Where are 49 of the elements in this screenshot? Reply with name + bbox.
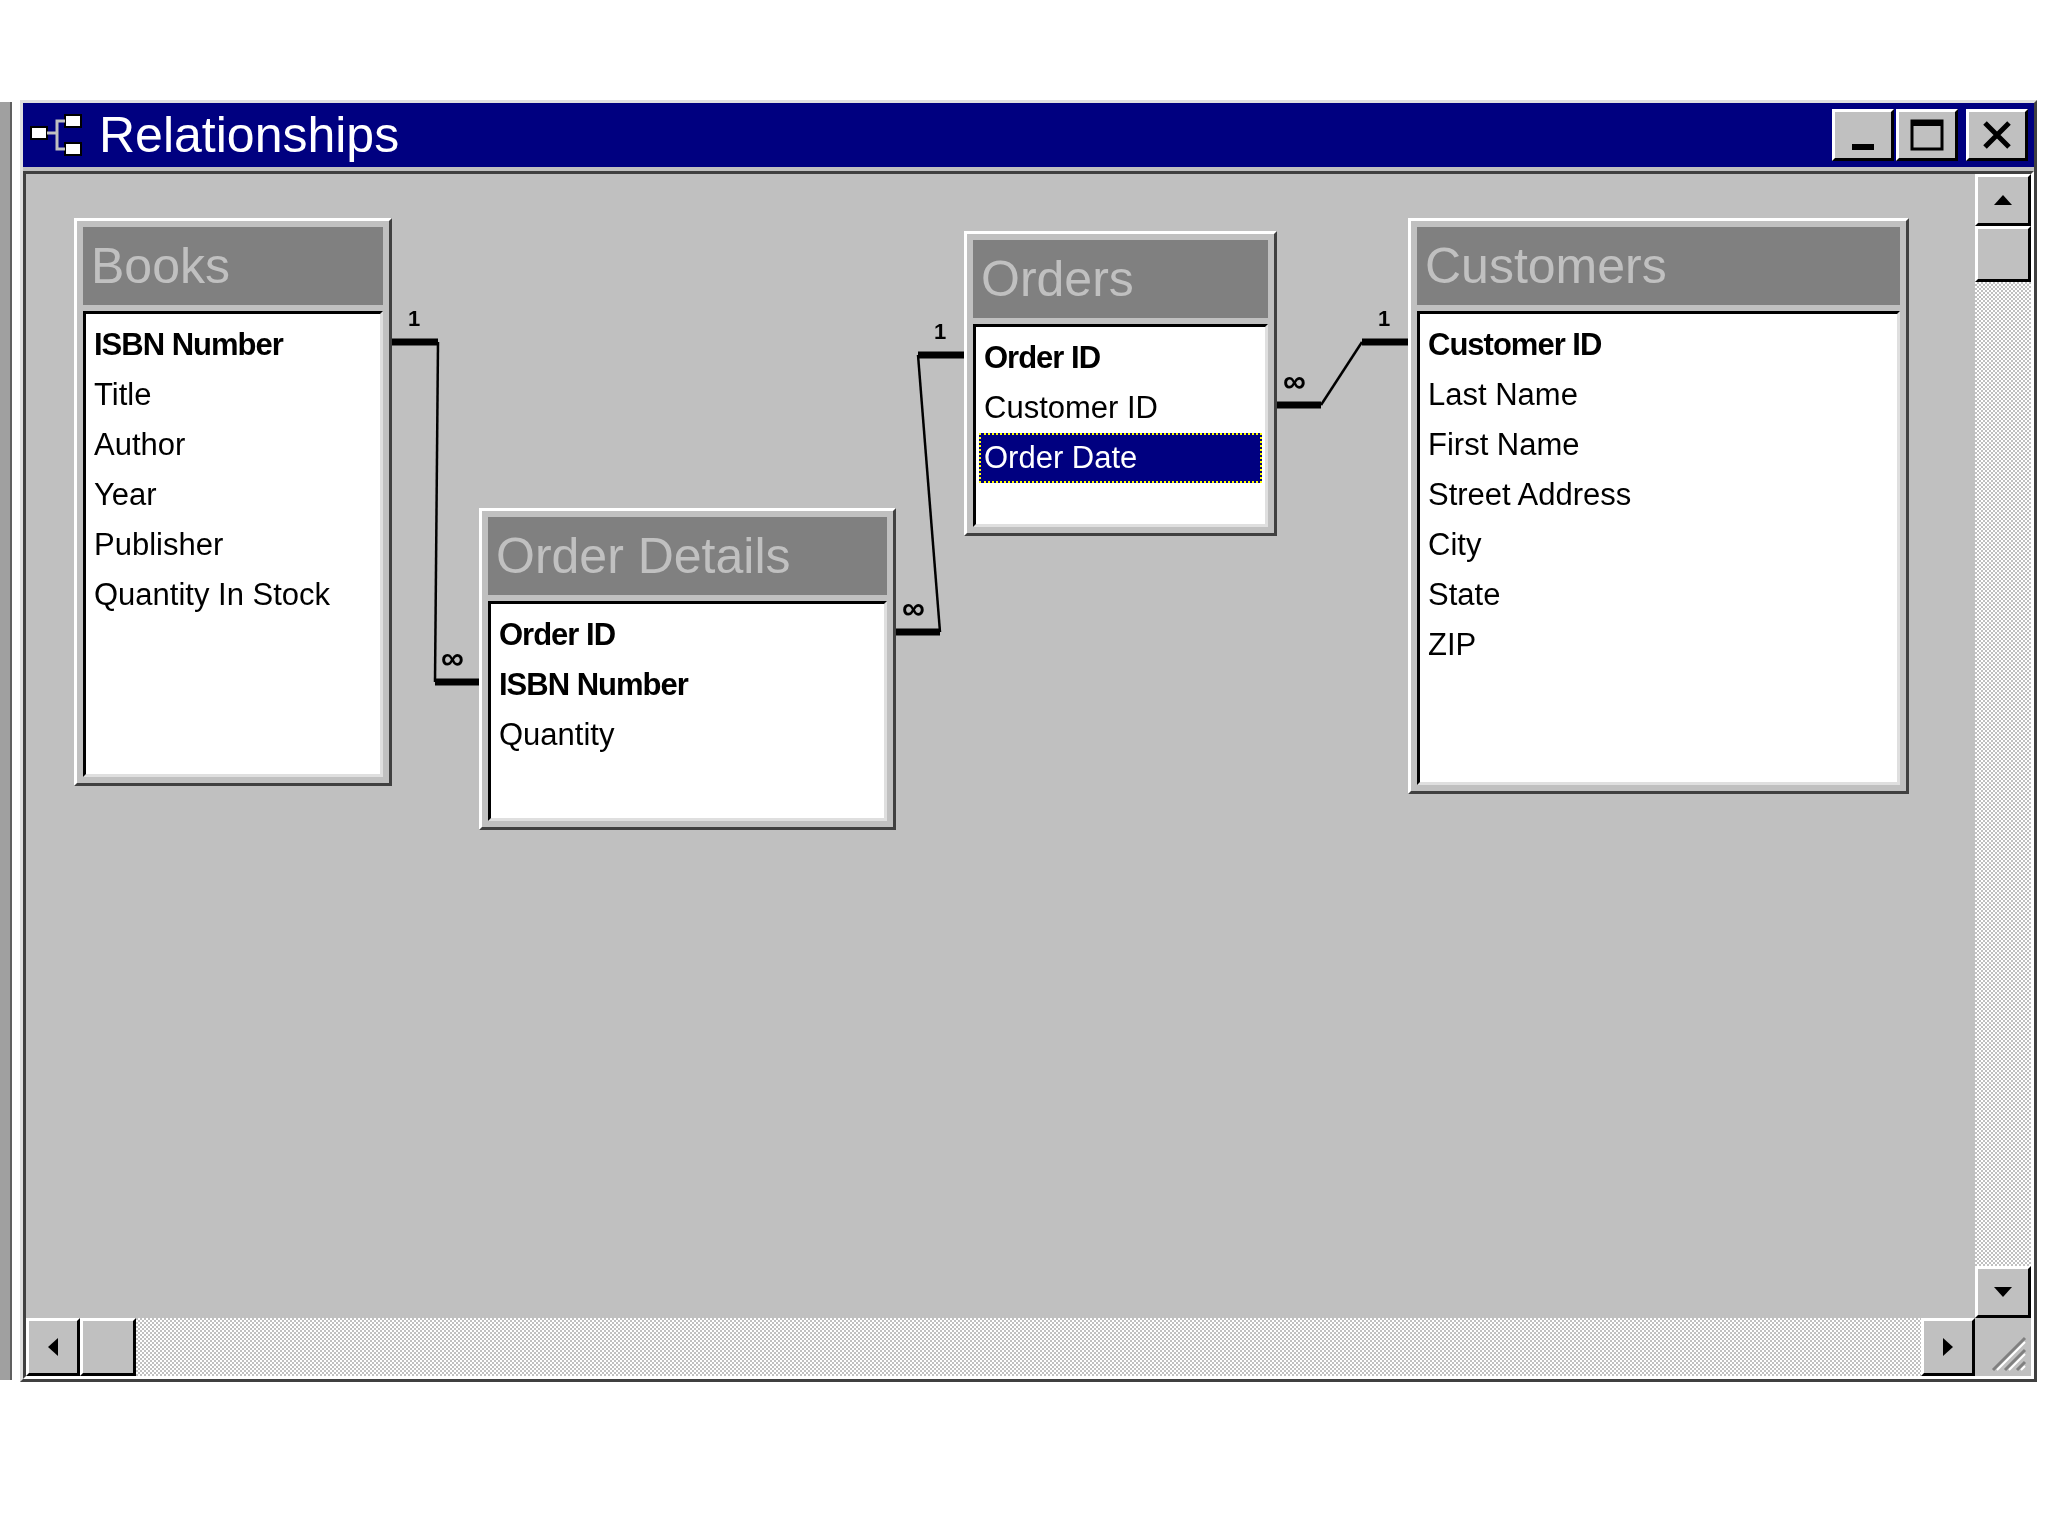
down-arrow-icon [1994,1287,2012,1297]
one-side-label: 1 [934,321,947,343]
field-row[interactable]: Year [89,470,377,520]
vertical-scrollbar[interactable] [1975,174,2031,1318]
scroll-thumb[interactable] [1975,226,2031,282]
field-row[interactable]: Publisher [89,520,377,570]
field-row[interactable]: Customer ID [1423,320,1894,370]
table-box[interactable]: Books ISBN Number Title Author Year Publisher Quantity In Stock [74,218,392,786]
close-button[interactable] [1966,109,2028,161]
field-row[interactable]: State [1423,570,1894,620]
field-row[interactable]: Order Date [979,433,1262,483]
scroll-right-button[interactable] [1921,1318,1975,1376]
relationships-icon [29,113,85,157]
field-row[interactable]: Street Address [1423,470,1894,520]
scroll-thumb[interactable] [80,1318,136,1376]
table-box[interactable]: Customers Customer ID Last Name First Name Street Address City State ZIP [1408,218,1909,794]
field-row[interactable]: ZIP [1423,620,1894,670]
many-side-label: ∞ [902,592,925,624]
maximize-icon [1910,119,1944,151]
many-side-label: ∞ [1283,365,1306,397]
scroll-left-button[interactable] [26,1318,80,1376]
field-row[interactable]: Customer ID [979,383,1262,433]
field-row[interactable]: Order ID [494,610,881,660]
minimize-button[interactable] [1832,109,1894,161]
minimize-icon [1852,144,1874,150]
maximize-button[interactable] [1896,109,1958,161]
table-box[interactable]: Order Details Order ID ISBN Number Quantity [479,508,896,830]
many-side-label: ∞ [441,642,464,674]
field-row[interactable]: City [1423,520,1894,570]
field-row[interactable]: Last Name [1423,370,1894,420]
field-row[interactable]: Title [89,370,377,420]
field-row[interactable]: Quantity [494,710,881,760]
field-row[interactable]: ISBN Number [89,320,377,370]
scroll-down-button[interactable] [1975,1266,2031,1318]
right-arrow-icon [1943,1338,1953,1356]
window-title: Relationships [99,110,401,160]
left-arrow-icon [48,1338,58,1356]
field-row[interactable]: Quantity In Stock [89,570,377,620]
field-row[interactable]: First Name [1423,420,1894,470]
field-row[interactable]: ISBN Number [494,660,881,710]
up-arrow-icon [1994,195,2012,205]
field-row[interactable]: Author [89,420,377,470]
scroll-up-button[interactable] [1975,174,2031,226]
one-side-label: 1 [408,308,421,330]
horizontal-scrollbar[interactable] [26,1318,1975,1376]
table-box[interactable]: Orders Order ID Customer ID Order Date [964,231,1277,536]
one-side-label: 1 [1378,308,1391,330]
field-row[interactable]: Order ID [979,333,1262,383]
close-icon [1982,120,2012,150]
